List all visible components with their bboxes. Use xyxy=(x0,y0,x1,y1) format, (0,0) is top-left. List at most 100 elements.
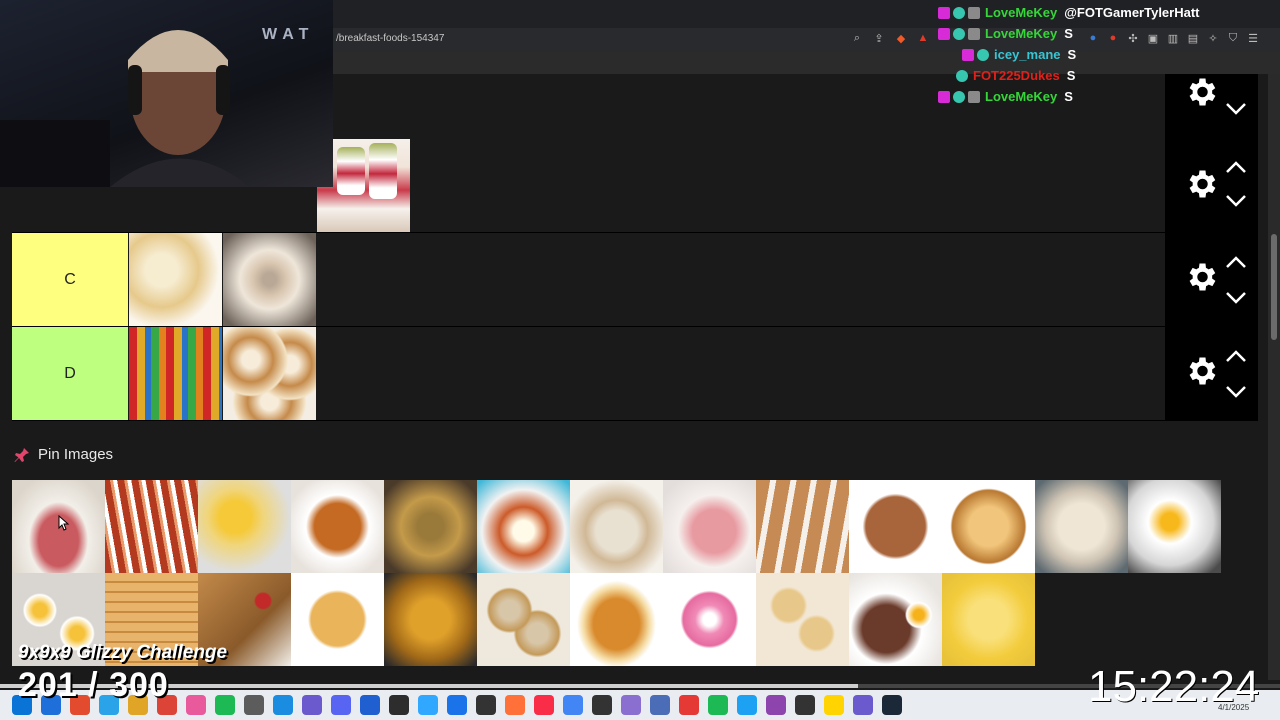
share-icon[interactable]: ⇪ xyxy=(872,32,886,45)
taskbar-app-icon[interactable] xyxy=(186,695,206,715)
taskbar-app-icon[interactable] xyxy=(795,695,815,715)
food-image-sausage-patty[interactable] xyxy=(849,480,942,573)
tier-controls xyxy=(1165,327,1258,420)
stream-chat-overlay: LoveMeKey @FOTGamerTylerHatt LoveMeKey S… xyxy=(938,2,1268,107)
streamer-silhouette xyxy=(0,30,250,187)
food-image-sausage-links[interactable] xyxy=(756,480,849,573)
taskbar-app-icon[interactable] xyxy=(650,695,670,715)
food-image-toast[interactable] xyxy=(942,480,1035,573)
food-image-croissant[interactable] xyxy=(570,573,663,666)
taskbar-app-icon[interactable] xyxy=(534,695,554,715)
webcam-overlay: WAT xyxy=(0,0,333,187)
food-image-hash-brown[interactable] xyxy=(291,573,384,666)
tier-label[interactable]: D xyxy=(12,327,128,420)
taskbar-app-icon[interactable] xyxy=(679,695,699,715)
tier-label-text: D xyxy=(64,364,76,382)
pin-images-title: Pin Images xyxy=(38,446,114,463)
taskbar-app-icon[interactable] xyxy=(505,695,525,715)
food-image-bagel[interactable] xyxy=(223,233,316,326)
food-image-home-fries[interactable] xyxy=(384,480,477,573)
mod-badge-icon xyxy=(977,48,989,61)
taskbar-app-icon[interactable] xyxy=(592,695,612,715)
taskbar-app-icon[interactable] xyxy=(621,695,641,715)
food-image-oatmeal[interactable] xyxy=(1035,480,1128,573)
challenge-counter: 201 / 300 xyxy=(18,666,169,704)
food-image-chicken-fried-steak[interactable] xyxy=(477,480,570,573)
badge-icon xyxy=(968,6,980,19)
brave-shield-icon[interactable]: ◆ xyxy=(894,32,908,45)
mod-badge-icon xyxy=(953,27,965,40)
taskbar-app-icon[interactable] xyxy=(563,695,583,715)
sub-badge-icon xyxy=(938,6,950,19)
food-image-english-muffin[interactable] xyxy=(129,233,222,326)
taskbar-app-icon[interactable] xyxy=(273,695,293,715)
taskbar-app-icon[interactable] xyxy=(708,695,728,715)
chevron-down-icon[interactable] xyxy=(1225,385,1247,399)
stream-clock: 15:22:24 xyxy=(1088,662,1260,711)
taskbar-app-icon[interactable] xyxy=(360,695,380,715)
food-image-biscuits-and-gravy[interactable] xyxy=(570,480,663,573)
taskbar-app-icon[interactable] xyxy=(824,695,844,715)
tier-row-d: D xyxy=(12,327,1258,421)
food-image-donut[interactable] xyxy=(663,573,756,666)
taskbar-app-icon[interactable] xyxy=(331,695,351,715)
chevron-down-icon[interactable] xyxy=(1225,194,1247,208)
chat-text: S xyxy=(1064,89,1073,104)
pushpin-icon xyxy=(14,447,29,462)
sub-badge-icon xyxy=(938,90,950,103)
food-image-cinnamon-rolls[interactable] xyxy=(223,327,316,420)
parfait-glass xyxy=(337,147,365,195)
url-text[interactable]: /breakfast-foods-154347 xyxy=(336,33,444,44)
tier-label-text: C xyxy=(64,270,76,288)
chevron-up-icon[interactable] xyxy=(1225,160,1247,174)
mod-badge-icon xyxy=(956,69,968,82)
food-image-eggs-benedict[interactable] xyxy=(198,480,291,573)
taskbar-app-icon[interactable] xyxy=(447,695,467,715)
badge-icon xyxy=(968,90,980,103)
food-image-potato-cubes[interactable] xyxy=(384,573,477,666)
gear-icon[interactable] xyxy=(1183,353,1219,389)
gear-icon[interactable] xyxy=(1183,259,1219,295)
food-image-biscuits[interactable] xyxy=(756,573,849,666)
taskbar-app-icon[interactable] xyxy=(853,695,873,715)
taskbar-app-icon[interactable] xyxy=(737,695,757,715)
chevron-down-icon[interactable] xyxy=(1225,291,1247,305)
taskbar-app-icon[interactable] xyxy=(766,695,786,715)
chat-message: LoveMeKey @FOTGamerTylerHatt xyxy=(938,2,1268,23)
taskbar-app-icon[interactable] xyxy=(882,695,902,715)
food-image-fried-egg[interactable] xyxy=(1128,480,1221,573)
chat-text: S xyxy=(1066,68,1076,83)
chevron-up-icon[interactable] xyxy=(1225,349,1247,363)
chat-username: LoveMeKey xyxy=(985,89,1058,104)
food-image-cereal-boxes[interactable] xyxy=(129,327,222,420)
chat-text: @FOTGamerTylerHatt xyxy=(1064,5,1200,20)
taskbar-app-icon[interactable] xyxy=(418,695,438,715)
badge-icon xyxy=(968,27,980,40)
parfait-glass xyxy=(369,143,397,199)
chat-message: LoveMeKey S xyxy=(938,86,1268,107)
taskbar-app-icon[interactable] xyxy=(302,695,322,715)
gear-icon[interactable] xyxy=(1183,166,1219,202)
taskbar-app-icon[interactable] xyxy=(476,695,496,715)
taskbar-app-icon[interactable] xyxy=(389,695,409,715)
scrollbar-thumb[interactable] xyxy=(1271,234,1277,340)
cursor-icon xyxy=(58,515,70,531)
taskbar-app-icon[interactable] xyxy=(215,695,235,715)
tier-controls xyxy=(1165,233,1258,326)
food-image-bologna[interactable] xyxy=(663,480,756,573)
mod-badge-icon xyxy=(953,90,965,103)
food-image-bagels[interactable] xyxy=(477,573,570,666)
food-image-steak-and-eggs[interactable] xyxy=(849,573,942,666)
zoom-icon[interactable]: ⌕ xyxy=(850,32,864,45)
chevron-up-icon[interactable] xyxy=(1225,255,1247,269)
food-image-baked-beans[interactable] xyxy=(291,480,384,573)
chat-username: icey_mane xyxy=(994,47,1061,62)
taskbar-app-icon[interactable] xyxy=(244,695,264,715)
tier-label[interactable]: C xyxy=(12,233,128,326)
rewards-icon[interactable]: ▲ xyxy=(916,32,930,45)
food-image-bacon[interactable] xyxy=(105,480,198,573)
pin-images-header: Pin Images xyxy=(14,446,113,463)
sub-badge-icon xyxy=(962,48,974,61)
food-image-scrambled-eggs[interactable] xyxy=(942,573,1035,666)
page-scrollbar[interactable] xyxy=(1268,74,1280,680)
